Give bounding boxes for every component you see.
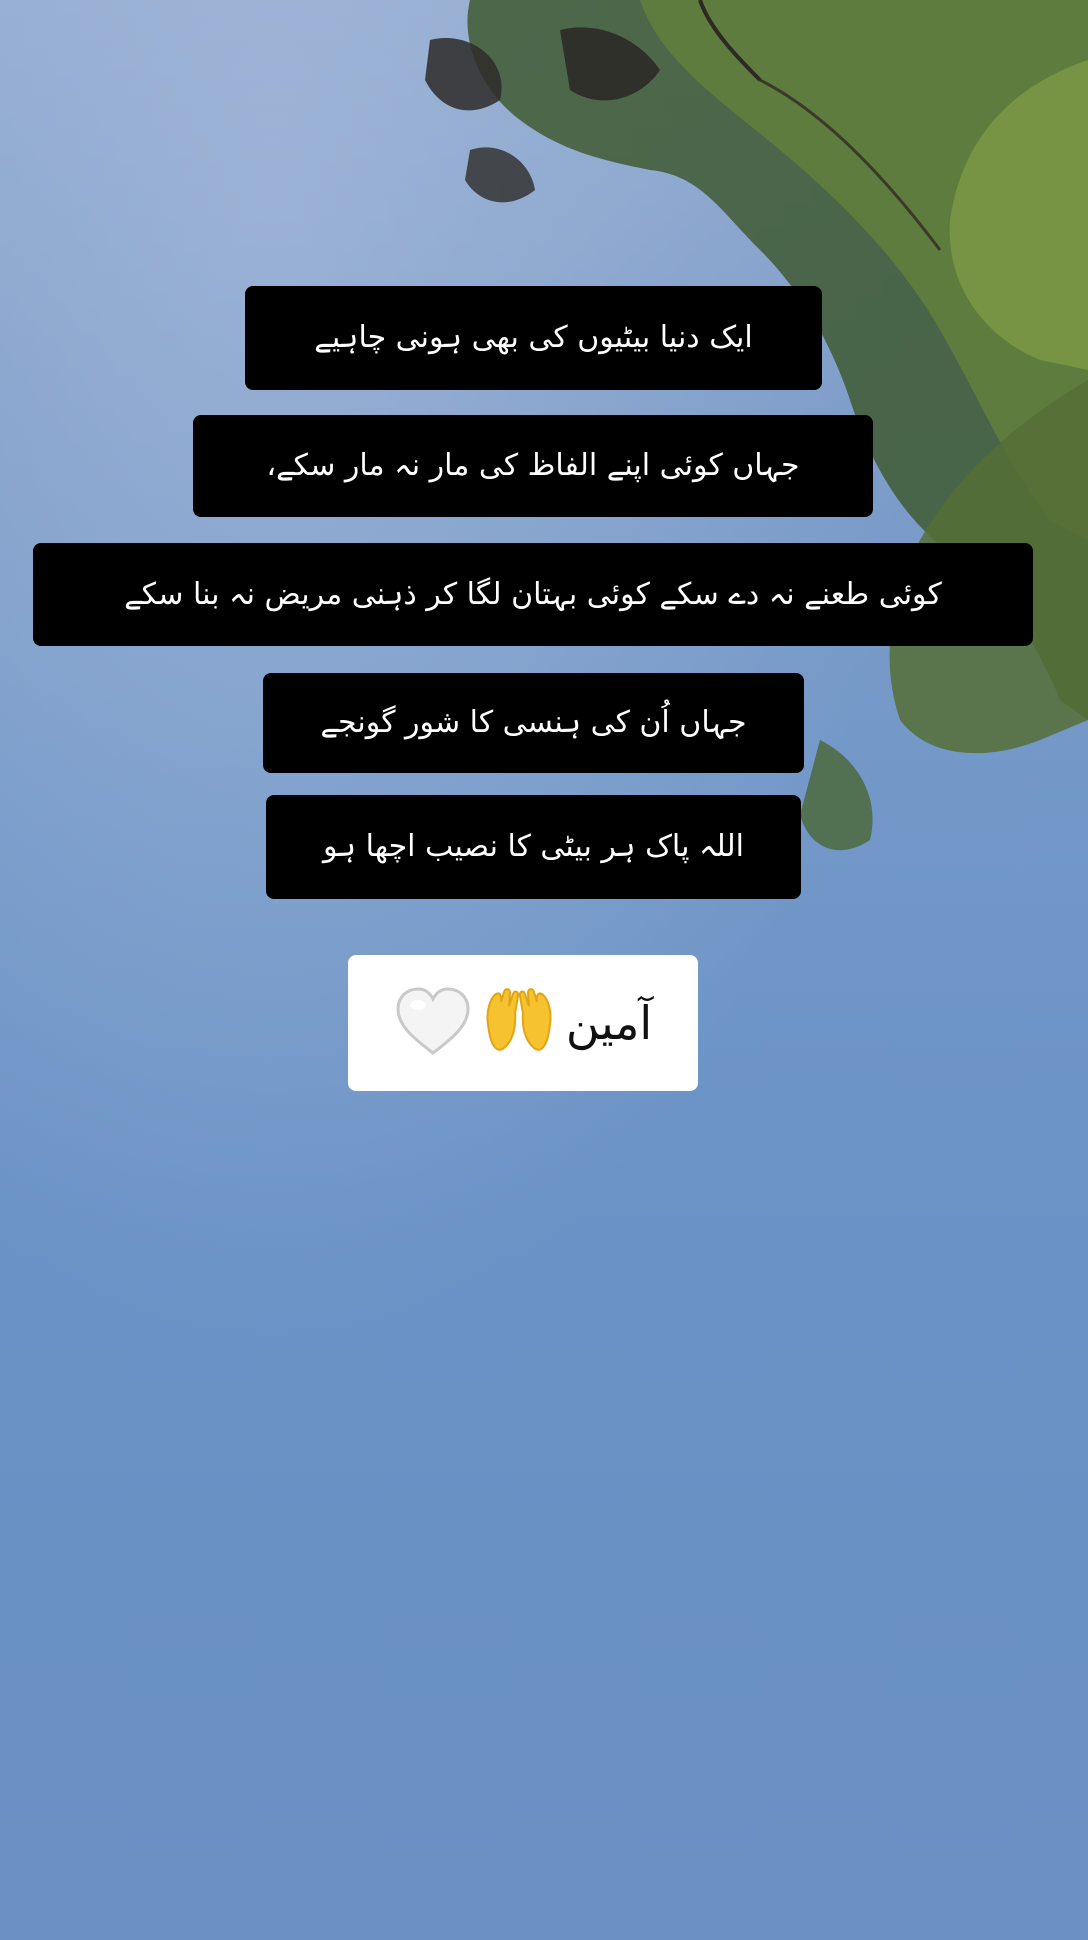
caption-line-3: کوئی طعنے نہ دے سکے کوئی بہتان لگا کر ذہ…: [33, 543, 1033, 646]
raised-hands-icon: [482, 984, 556, 1062]
caption-line-5: اللہ پاک ہر بیٹی کا نصیب اچھا ہو: [266, 795, 801, 899]
caption-line-1: ایک دنیا بیٹیوں کی بھی ہونی چاہیے: [245, 286, 822, 390]
caption-line-4: جہاں اُن کی ہنسی کا شور گونجے: [263, 673, 804, 773]
white-heart-icon: [394, 985, 472, 1061]
amen-text: آمین: [565, 996, 653, 1050]
amen-sticker: آمین: [348, 955, 698, 1091]
caption-line-2: جہاں کوئی اپنے الفاظ کی مار نہ مار سکے،: [193, 415, 873, 517]
